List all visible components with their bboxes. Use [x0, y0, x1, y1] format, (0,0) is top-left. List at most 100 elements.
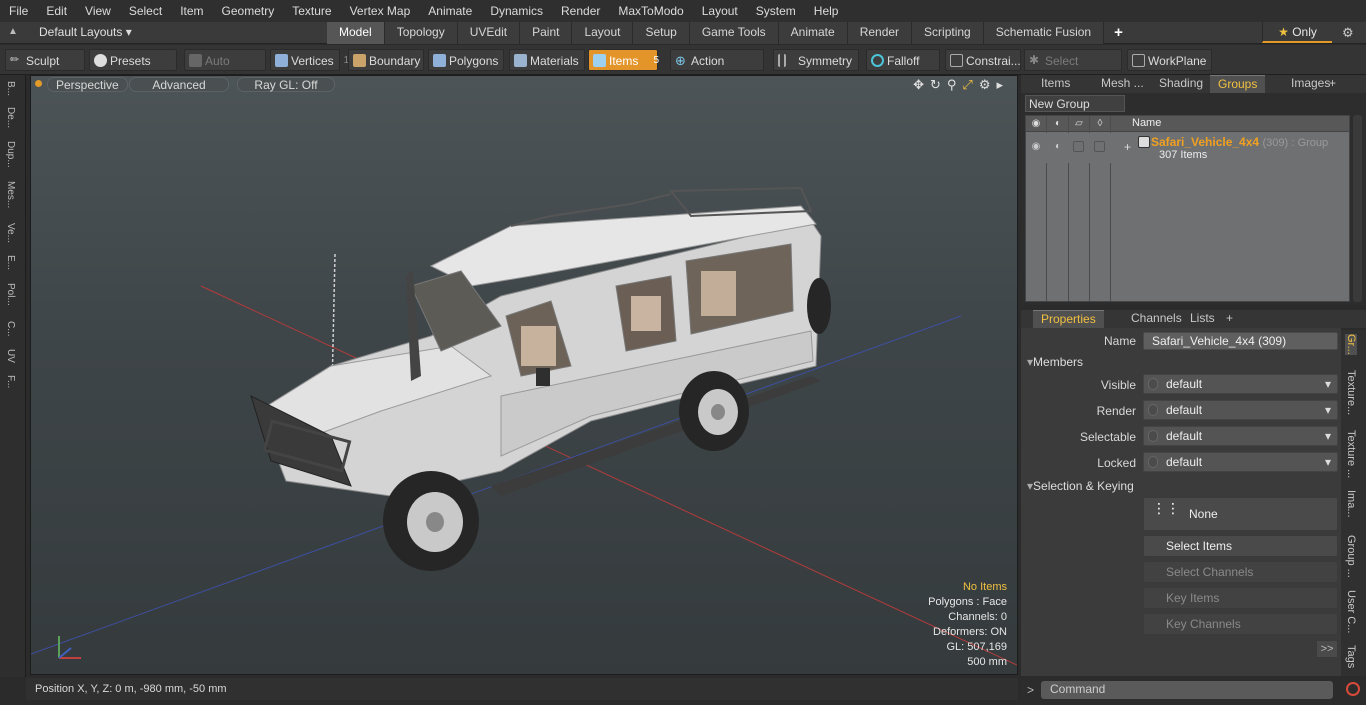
tab-items[interactable]: Items — [1033, 75, 1078, 93]
more-button[interactable]: >> — [1316, 640, 1338, 658]
lock-icon[interactable]: ◊ — [1094, 118, 1106, 130]
tab-properties[interactable]: Properties — [1033, 310, 1104, 328]
menu-file[interactable]: File — [0, 0, 37, 22]
fit-view-icon[interactable]: ⤢ — [962, 77, 972, 93]
side-tab-user-channels[interactable]: User C... — [1345, 590, 1357, 633]
falloff-button[interactable]: Falloff — [866, 49, 940, 71]
locked-select[interactable]: default — [1143, 452, 1338, 472]
symmetry-button[interactable]: Symmetry — [773, 49, 859, 71]
none-button[interactable]: ⋮⋮ None — [1143, 497, 1338, 531]
side-tab-tags[interactable]: Tags — [1345, 645, 1357, 668]
tab-scripting[interactable]: Scripting — [912, 22, 984, 44]
tab-uvedit[interactable]: UVEdit — [457, 22, 521, 44]
menu-item[interactable]: Item — [171, 0, 212, 22]
new-group-button[interactable]: New Group — [1025, 95, 1125, 112]
menu-view[interactable]: View — [76, 0, 120, 22]
items-button[interactable]: Items 5 — [588, 49, 659, 71]
polygons-button[interactable]: Polygons — [428, 49, 504, 71]
tab-layout[interactable]: Layout — [572, 22, 634, 44]
render-icon[interactable]: ◐ — [1052, 118, 1064, 130]
select-items-button[interactable]: Select Items — [1143, 535, 1338, 557]
advanced-dropdown[interactable]: Advanced — [129, 77, 229, 92]
viewport-menu-dot[interactable] — [35, 80, 42, 87]
3d-viewport[interactable]: Perspective Advanced Ray GL: Off ✥ ↻ ⚲ ⤢… — [30, 75, 1018, 675]
presets-button[interactable]: Presets — [89, 49, 177, 71]
palette-tab-polygon[interactable]: Pol... — [5, 283, 16, 306]
palette-tab-deform[interactable]: De... — [5, 107, 16, 128]
palette-tab-fusion[interactable]: F... — [5, 375, 16, 388]
palette-tab-curve[interactable]: C... — [5, 321, 16, 337]
palette-tab-edge[interactable]: E... — [5, 255, 16, 270]
palette-tab-vertex[interactable]: Ve... — [5, 223, 16, 243]
side-tab-texture-1[interactable]: Texture... — [1345, 370, 1357, 415]
tab-shading[interactable]: Shading — [1151, 75, 1211, 93]
menu-geometry[interactable]: Geometry — [213, 0, 284, 22]
auto-select-button[interactable]: Auto Select — [184, 49, 266, 90]
selection-keying-section[interactable]: Selection & Keying — [1027, 479, 1134, 493]
tab-game-tools[interactable]: Game Tools — [689, 22, 779, 44]
tab-mesh[interactable]: Mesh ... — [1093, 75, 1152, 93]
palette-tab-mesh[interactable]: Mes... — [5, 181, 16, 208]
tab-schematic-fusion[interactable]: Schematic Fusion — [983, 22, 1105, 44]
visibility-eye-icon[interactable]: ◉ — [1030, 118, 1042, 130]
tab-channels[interactable]: Channels — [1123, 310, 1190, 328]
render-select[interactable]: default — [1143, 400, 1338, 420]
viewport-settings-icon[interactable]: ⚙ — [979, 77, 991, 93]
selectable-icon[interactable]: ▱ — [1073, 118, 1085, 130]
workplane-button[interactable]: WorkPlane — [1127, 49, 1212, 71]
menu-vertex-map[interactable]: Vertex Map — [341, 0, 420, 22]
menu-texture[interactable]: Texture — [283, 0, 340, 22]
action-center-button[interactable]: ⊕ Action Center — [670, 49, 764, 90]
tab-lists[interactable]: Lists — [1182, 310, 1223, 328]
menu-animate[interactable]: Animate — [419, 0, 481, 22]
palette-tab-duplicate[interactable]: Dup... — [5, 141, 16, 168]
menu-maxtomodo[interactable]: MaxToModo — [609, 0, 692, 22]
menu-system[interactable]: System — [747, 0, 805, 22]
row-lock-checkbox[interactable] — [1094, 141, 1105, 152]
zoom-view-icon[interactable]: ⚲ — [947, 77, 957, 93]
expand-arrow-icon[interactable]: ▸ — [996, 77, 1003, 93]
row-eye-icon[interactable]: ◉ — [1030, 141, 1042, 153]
key-items-button[interactable]: Key Items — [1143, 587, 1338, 609]
side-tab-images[interactable]: Ima... — [1345, 490, 1357, 518]
add-panel-tab-icon[interactable]: + — [1321, 75, 1344, 93]
side-tab-group[interactable]: Gr... — [1345, 334, 1357, 355]
menu-dynamics[interactable]: Dynamics — [481, 0, 552, 22]
tab-render[interactable]: Render — [847, 22, 913, 44]
select-channels-button[interactable]: Select Channels — [1143, 561, 1338, 583]
constraints-button[interactable]: Constrai... — [945, 49, 1021, 71]
tab-topology[interactable]: Topology — [384, 22, 458, 44]
layouts-dropdown[interactable]: Default Layouts — [39, 22, 132, 43]
vertices-button[interactable]: Vertices 1 — [270, 49, 349, 71]
visible-select[interactable]: default — [1143, 374, 1338, 394]
menu-render[interactable]: Render — [552, 0, 609, 22]
record-macro-icon[interactable] — [1346, 682, 1360, 696]
selectable-select[interactable]: default — [1143, 426, 1338, 446]
command-input[interactable]: Command — [1041, 681, 1333, 699]
menu-layout[interactable]: Layout — [693, 0, 747, 22]
members-section[interactable]: Members — [1027, 355, 1083, 369]
move-view-icon[interactable]: ✥ — [913, 77, 924, 93]
perspective-dropdown[interactable]: Perspective — [47, 77, 128, 92]
menu-edit[interactable]: Edit — [37, 0, 76, 22]
expand-group-icon[interactable]: + — [1124, 140, 1131, 154]
tab-animate[interactable]: Animate — [778, 22, 848, 44]
tab-groups[interactable]: Groups — [1210, 75, 1266, 93]
ray-gl-toggle[interactable]: Ray GL: Off — [237, 77, 335, 92]
row-selectable-checkbox[interactable] — [1073, 141, 1084, 152]
add-properties-tab-icon[interactable]: + — [1218, 310, 1241, 328]
menu-select[interactable]: Select — [120, 0, 171, 22]
palette-tab-uv[interactable]: UV — [5, 349, 16, 363]
collapse-up-icon[interactable]: ▲ — [8, 26, 20, 38]
tab-paint[interactable]: Paint — [520, 22, 573, 44]
groups-scrollbar[interactable] — [1353, 115, 1362, 302]
boundary-button[interactable]: Boundary — [348, 49, 424, 71]
sculpt-button[interactable]: ✏ Sculpt — [5, 49, 85, 71]
menu-help[interactable]: Help — [805, 0, 848, 22]
name-field[interactable]: Safari_Vehicle_4x4 (309) — [1143, 332, 1338, 350]
side-tab-group-2[interactable]: Group ... — [1345, 535, 1357, 578]
gear-icon[interactable]: ⚙ — [1342, 25, 1354, 41]
row-render-icon[interactable]: ◐ — [1052, 141, 1064, 153]
group-row[interactable]: ◉ ◐ + Safari_Vehicle_4x4 (309) : Group 3… — [1026, 133, 1349, 163]
tab-model[interactable]: Model — [327, 22, 385, 44]
